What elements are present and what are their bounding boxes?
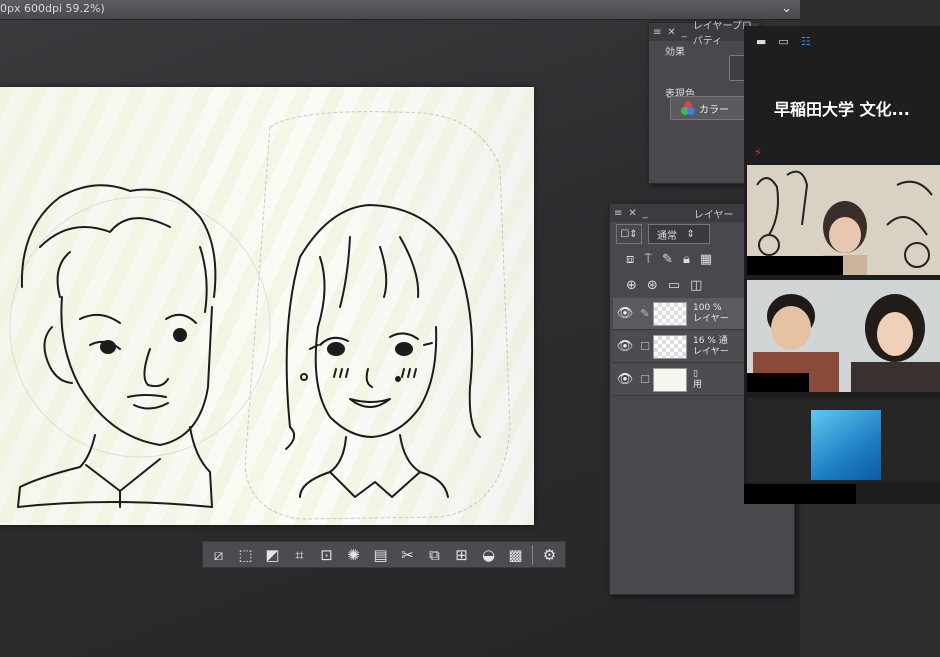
layer-name: レイヤー bbox=[693, 346, 729, 357]
minimize-icon[interactable]: _ bbox=[643, 208, 648, 219]
settings-icon[interactable]: ⚙ bbox=[537, 544, 562, 566]
layer-tools-row-1: ⧈ ⍑ ✎ 🔒︎ ▦ bbox=[626, 252, 712, 267]
layer-opacity: 100 % bbox=[693, 302, 722, 313]
eye-icon[interactable]: 👁︎ bbox=[613, 372, 637, 387]
paper-icon: ▯ bbox=[693, 368, 698, 379]
blend-mode-row: ☐⇕ 通常 ⇕ bbox=[616, 224, 710, 244]
video-call-window: ▬ ▭ ☷ 早稲田大学 文化... ⚡ bbox=[744, 26, 940, 504]
layer-opacity: 16 % 通 bbox=[693, 335, 728, 346]
eye-icon[interactable]: 👁︎ bbox=[613, 306, 637, 321]
minimize-icon[interactable]: _ bbox=[682, 27, 687, 38]
chat-icon[interactable]: ▭ bbox=[778, 35, 788, 48]
shrink-selection-icon[interactable]: ✺ bbox=[341, 544, 366, 566]
layer-info: ▯ 用 bbox=[693, 369, 702, 391]
selection-toolbar: ⧄ ⬚ ◩ ⌗ ⊡ ✺ ▤ ✂ ⧉ ⊞ ◒ ▩ ⚙ bbox=[202, 541, 566, 568]
meeting-title: 早稲田大学 文化... bbox=[774, 100, 910, 119]
toolbar-divider bbox=[532, 544, 533, 565]
rgb-icon bbox=[681, 101, 695, 115]
eye-icon[interactable]: 👁︎ bbox=[613, 339, 637, 354]
layer-name: 用 bbox=[693, 379, 703, 390]
caricature-sketch bbox=[9, 111, 511, 520]
participant-tile[interactable] bbox=[747, 165, 940, 275]
document-title: 0px 600dpi 59.2%) bbox=[0, 2, 105, 15]
copy-paste-icon[interactable]: ⧉ bbox=[422, 544, 447, 566]
chevron-down-icon[interactable]: ⌄ bbox=[781, 1, 792, 16]
invert-selection-icon[interactable]: ◩ bbox=[260, 544, 285, 566]
crop-icon[interactable]: ⌗ bbox=[287, 544, 312, 566]
manta-avatar bbox=[811, 410, 881, 480]
close-icon[interactable]: ✕ bbox=[667, 27, 675, 38]
minimize-icon[interactable]: ▬ bbox=[756, 35, 766, 48]
clip-icon[interactable]: ⍑ bbox=[644, 252, 652, 267]
paper-layer-thumbnail bbox=[653, 367, 687, 392]
lock-icon[interactable]: 🔒︎ bbox=[683, 252, 690, 267]
close-icon[interactable]: ✕ bbox=[628, 208, 636, 219]
layer-name: レイヤー bbox=[693, 313, 729, 324]
document-title-bar: 0px 600dpi 59.2%) ⌄ bbox=[0, 0, 800, 20]
lock-transparency-icon[interactable]: ▦ bbox=[700, 252, 712, 267]
menu-icon[interactable]: ≡ bbox=[653, 27, 661, 38]
gallery-view-icon[interactable]: ☷ bbox=[801, 35, 811, 48]
menu-icon[interactable]: ≡ bbox=[614, 208, 622, 219]
layer-thumbnail bbox=[653, 334, 687, 359]
new-layer-icon[interactable]: ⊕ bbox=[626, 278, 637, 293]
name-label bbox=[747, 373, 809, 392]
clear-icon[interactable]: ▤ bbox=[368, 544, 393, 566]
cut-icon[interactable]: ✂ bbox=[395, 544, 420, 566]
recording-icon: ⚡ bbox=[754, 146, 762, 159]
blend-mode-select[interactable]: 通常 ⇕ bbox=[648, 224, 710, 244]
layer-panel-title: レイヤー bbox=[693, 209, 734, 221]
layer-info: 16 % 通 レイヤー bbox=[693, 336, 729, 358]
participant-tile[interactable] bbox=[747, 398, 940, 482]
layer-info: 100 % レイヤー bbox=[693, 303, 729, 325]
reference-layer-icon[interactable]: ⧈ bbox=[626, 252, 634, 267]
pen-icon: ✎ bbox=[640, 307, 650, 320]
pattern-icon[interactable]: ▩ bbox=[503, 544, 528, 566]
panel-header: ≡ ✕ _ レイヤープロパティ bbox=[649, 21, 759, 47]
transform-icon[interactable]: ⊞ bbox=[449, 544, 474, 566]
color-mode-label: カラー bbox=[699, 104, 729, 116]
participant-tile[interactable] bbox=[747, 280, 940, 392]
layer-tools-row-2: ⊕ ⊛ ▭ ◫ bbox=[626, 278, 702, 293]
expand-selection-icon[interactable]: ⊡ bbox=[314, 544, 339, 566]
blend-mode-value: 通常 bbox=[657, 230, 677, 242]
new-folder-icon[interactable]: ▭ bbox=[668, 278, 680, 293]
name-label bbox=[744, 484, 856, 504]
window-controls: ▬ ▭ ☷ bbox=[756, 35, 811, 48]
name-label bbox=[747, 256, 843, 275]
drawing-canvas[interactable] bbox=[0, 87, 534, 525]
mask-icon[interactable]: ◫ bbox=[690, 278, 702, 293]
layer-color-select[interactable]: ☐⇕ bbox=[616, 224, 642, 244]
deselect-icon[interactable]: ⧄ bbox=[206, 544, 231, 566]
fill-icon[interactable]: ◒ bbox=[476, 544, 501, 566]
draft-layer-icon[interactable]: ✎ bbox=[662, 252, 673, 267]
layer-thumbnail bbox=[653, 301, 687, 326]
select-all-icon[interactable]: ⬚ bbox=[233, 544, 258, 566]
new-vector-layer-icon[interactable]: ⊛ bbox=[647, 278, 658, 293]
checkbox-icon[interactable]: ☐ bbox=[637, 340, 653, 353]
effect-label: 効果 bbox=[665, 47, 685, 58]
checkbox-icon[interactable]: ☐ bbox=[637, 373, 653, 386]
color-mode-select[interactable]: カラー bbox=[670, 96, 750, 120]
